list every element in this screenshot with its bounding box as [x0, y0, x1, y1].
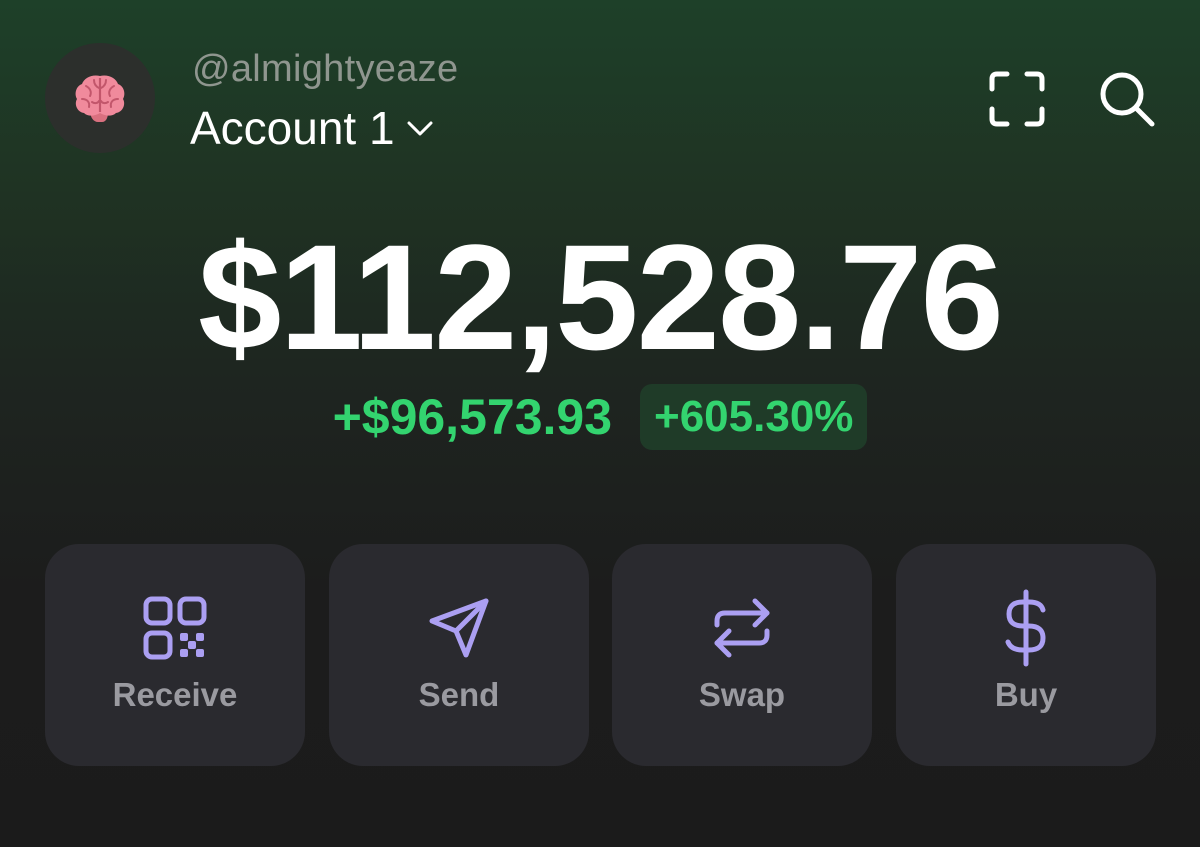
search-icon [1100, 72, 1155, 127]
swap-label: Swap [698, 676, 786, 713]
wallet-header: @almightyeaze Account 1 [0, 0, 1200, 180]
send-icon [429, 598, 489, 658]
balance-change: +$96,573.93 +605.30% [0, 384, 1200, 450]
swap-button[interactable]: Swap [612, 544, 872, 766]
change-percent-badge: +605.30% [640, 384, 868, 450]
buy-button[interactable]: Buy [896, 544, 1156, 766]
brain-emoji-icon [75, 75, 125, 122]
avatar[interactable] [45, 43, 155, 153]
swap-icon [714, 598, 770, 658]
buy-label: Buy [994, 676, 1058, 713]
account-switcher[interactable]: Account 1 [190, 100, 439, 156]
account-name: Account 1 [190, 102, 395, 154]
send-label: Send [418, 676, 500, 713]
receive-label: Receive [112, 676, 238, 713]
change-amount: +$96,573.93 [332, 389, 613, 445]
total-balance: $112,528.76 [198, 213, 1004, 381]
dollar-icon [1005, 589, 1046, 667]
chevron-down-icon [405, 111, 439, 145]
send-button[interactable]: Send [329, 544, 589, 766]
username: @almightyeaze [192, 48, 459, 90]
receive-button[interactable]: Receive [45, 544, 305, 766]
scan-button[interactable] [984, 66, 1050, 132]
qr-code-icon [143, 596, 207, 660]
search-button[interactable] [1094, 66, 1160, 132]
scan-icon [989, 71, 1045, 127]
